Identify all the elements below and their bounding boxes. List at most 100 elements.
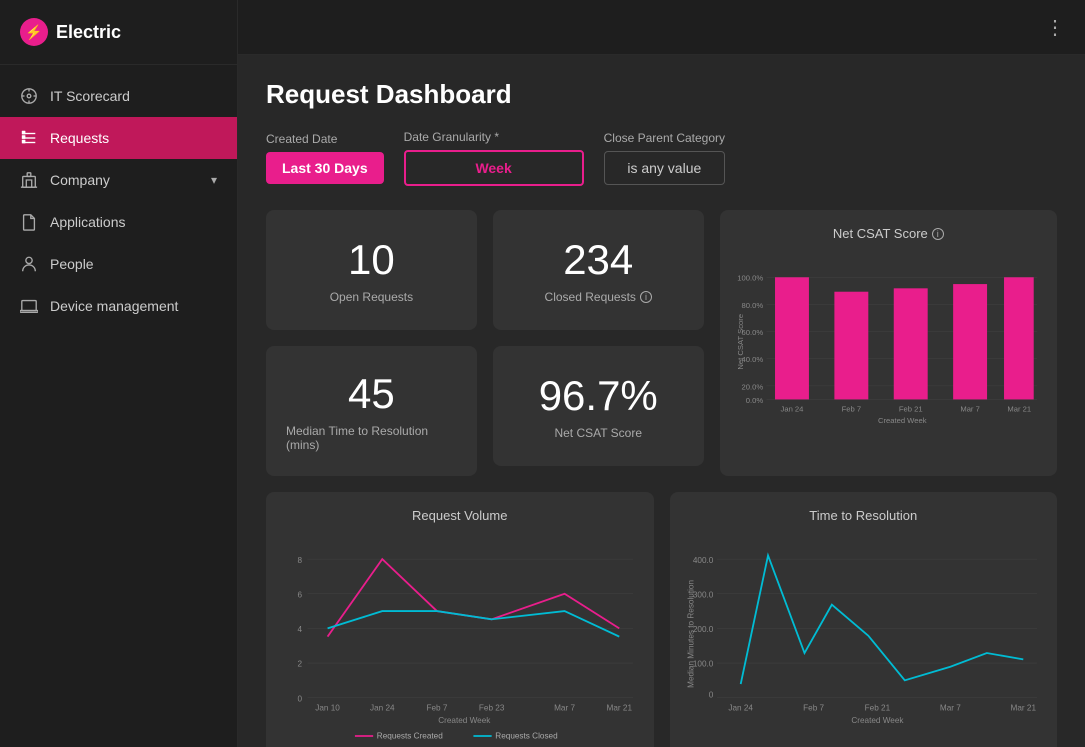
created-date-label: Created Date — [266, 132, 384, 146]
filter-close-parent-category: Close Parent Category is any value — [604, 131, 725, 185]
list-icon — [20, 129, 38, 147]
bar-feb21 — [893, 288, 927, 399]
closed-requests-card: 234 Closed Requests i — [493, 210, 704, 330]
created-date-button[interactable]: Last 30 Days — [266, 152, 384, 184]
svg-text:Mar 7: Mar 7 — [554, 703, 575, 712]
sidebar-label-people: People — [50, 256, 217, 272]
svg-text:Mar 21: Mar 21 — [607, 703, 633, 712]
laptop-icon — [20, 297, 38, 315]
net-csat-chart-info-icon[interactable]: i — [932, 228, 944, 240]
more-options-icon[interactable]: ⋮ — [1045, 15, 1065, 40]
svg-text:60.0%: 60.0% — [741, 328, 763, 337]
svg-text:Mar 7: Mar 7 — [939, 703, 960, 712]
sidebar-item-applications[interactable]: Applications — [0, 201, 237, 243]
svg-text:Jan 24: Jan 24 — [728, 703, 753, 712]
svg-text:Feb 7: Feb 7 — [426, 703, 447, 712]
logo-area: ⚡ Electric — [0, 0, 237, 65]
request-volume-chart-card: Request Volume 8 6 4 2 0 — [266, 492, 654, 747]
net-csat-value: 96.7% — [539, 372, 658, 420]
open-requests-card: 10 Open Requests — [266, 210, 477, 330]
topbar: ⋮ — [238, 0, 1085, 55]
time-to-resolution-chart-title: Time to Resolution — [686, 508, 1042, 523]
sidebar-item-requests[interactable]: Requests — [0, 117, 237, 159]
request-volume-chart-title: Request Volume — [282, 508, 638, 523]
compass-icon — [20, 87, 38, 105]
main-content: ⋮ Request Dashboard Created Date Last 30… — [238, 0, 1085, 747]
svg-text:Feb 23: Feb 23 — [479, 703, 505, 712]
chevron-down-icon: ▾ — [211, 173, 217, 187]
sidebar: ⚡ Electric IT Scorecard Requests Company… — [0, 0, 238, 747]
bar-feb7 — [834, 292, 868, 400]
svg-text:0: 0 — [297, 694, 302, 703]
open-requests-label: Open Requests — [330, 290, 413, 304]
person-icon — [20, 255, 38, 273]
svg-text:80.0%: 80.0% — [741, 301, 763, 310]
sidebar-item-company[interactable]: Company ▾ — [0, 159, 237, 201]
closed-requests-info-icon[interactable]: i — [640, 291, 652, 303]
open-requests-value: 10 — [348, 236, 395, 284]
net-csat-stat-card: 96.7% Net CSAT Score — [493, 346, 704, 466]
svg-text:40.0%: 40.0% — [741, 355, 763, 364]
net-csat-chart-card: Net CSAT Score i 100.0% 80.0% 60.0% 40.0… — [720, 210, 1057, 476]
bar-jan24 — [775, 277, 809, 399]
net-csat-chart-title: Net CSAT Score i — [736, 226, 1041, 241]
closed-requests-value: 234 — [563, 236, 633, 284]
building-icon — [20, 171, 38, 189]
svg-text:100.0%: 100.0% — [737, 274, 763, 283]
stats-left-col: 10 Open Requests 45 Median Time to Resol… — [266, 210, 477, 476]
net-csat-label: Net CSAT Score — [554, 426, 642, 440]
svg-text:Created Week: Created Week — [438, 716, 491, 725]
sidebar-item-it-scorecard[interactable]: IT Scorecard — [0, 75, 237, 117]
stats-right-col: 234 Closed Requests i 96.7% Net CSAT Sco… — [493, 210, 704, 476]
page-title: Request Dashboard — [266, 79, 1057, 110]
date-granularity-button[interactable]: Week — [404, 150, 584, 186]
date-granularity-label: Date Granularity * — [404, 130, 584, 144]
bar-mar21 — [1004, 277, 1034, 399]
svg-text:6: 6 — [297, 590, 302, 599]
filter-created-date: Created Date Last 30 Days — [266, 132, 384, 184]
close-parent-category-button[interactable]: is any value — [604, 151, 725, 185]
svg-text:Feb 21: Feb 21 — [899, 404, 923, 413]
median-time-card: 45 Median Time to Resolution (mins) — [266, 346, 477, 476]
stats-row: 10 Open Requests 45 Median Time to Resol… — [266, 210, 1057, 476]
svg-text:Mar 21: Mar 21 — [1007, 404, 1031, 413]
filters-row: Created Date Last 30 Days Date Granulari… — [266, 130, 1057, 186]
svg-text:Median Minutes to Resolution: Median Minutes to Resolution — [686, 580, 695, 688]
svg-text:0: 0 — [708, 691, 713, 700]
charts-bottom-row: Request Volume 8 6 4 2 0 — [266, 492, 1057, 747]
sidebar-item-device-management[interactable]: Device management — [0, 285, 237, 327]
logo-text: Electric — [56, 22, 121, 43]
content-area: Request Dashboard Created Date Last 30 D… — [238, 55, 1085, 747]
time-to-resolution-svg: 400.0 300.0 200.0 100.0 0 Jan 24 Feb 7 — [686, 533, 1042, 747]
request-volume-svg: 8 6 4 2 0 Jan 10 Ja — [282, 533, 638, 747]
sidebar-label-company: Company — [50, 172, 199, 188]
sidebar-label-device-management: Device management — [50, 298, 217, 314]
svg-text:Requests Closed: Requests Closed — [495, 732, 558, 741]
svg-text:20.0%: 20.0% — [741, 382, 763, 391]
median-time-label: Median Time to Resolution (mins) — [286, 424, 457, 452]
sidebar-label-requests: Requests — [50, 130, 217, 146]
sidebar-label-it-scorecard: IT Scorecard — [50, 88, 217, 104]
sidebar-item-people[interactable]: People — [0, 243, 237, 285]
svg-text:Net CSAT Score: Net CSAT Score — [736, 314, 745, 370]
filter-date-granularity: Date Granularity * Week — [404, 130, 584, 186]
bar-mar7 — [953, 284, 987, 399]
logo-icon: ⚡ — [20, 18, 48, 46]
svg-text:Mar 7: Mar 7 — [960, 404, 980, 413]
svg-text:200.0: 200.0 — [692, 625, 713, 634]
svg-text:0.0%: 0.0% — [745, 396, 763, 405]
svg-text:400.0: 400.0 — [692, 556, 713, 565]
svg-text:100.0: 100.0 — [692, 660, 713, 669]
svg-text:300.0: 300.0 — [692, 590, 713, 599]
sidebar-nav: IT Scorecard Requests Company ▾ Applicat… — [0, 65, 237, 747]
created-line — [328, 559, 620, 636]
closed-line — [328, 611, 620, 637]
svg-text:Jan 24: Jan 24 — [780, 404, 804, 413]
sidebar-label-applications: Applications — [50, 214, 217, 230]
svg-text:Jan 10: Jan 10 — [315, 703, 340, 712]
svg-text:Feb 21: Feb 21 — [864, 703, 890, 712]
svg-text:Feb 7: Feb 7 — [841, 404, 861, 413]
resolution-line — [740, 555, 1023, 684]
median-time-value: 45 — [348, 370, 395, 418]
svg-text:Mar 21: Mar 21 — [1010, 703, 1036, 712]
